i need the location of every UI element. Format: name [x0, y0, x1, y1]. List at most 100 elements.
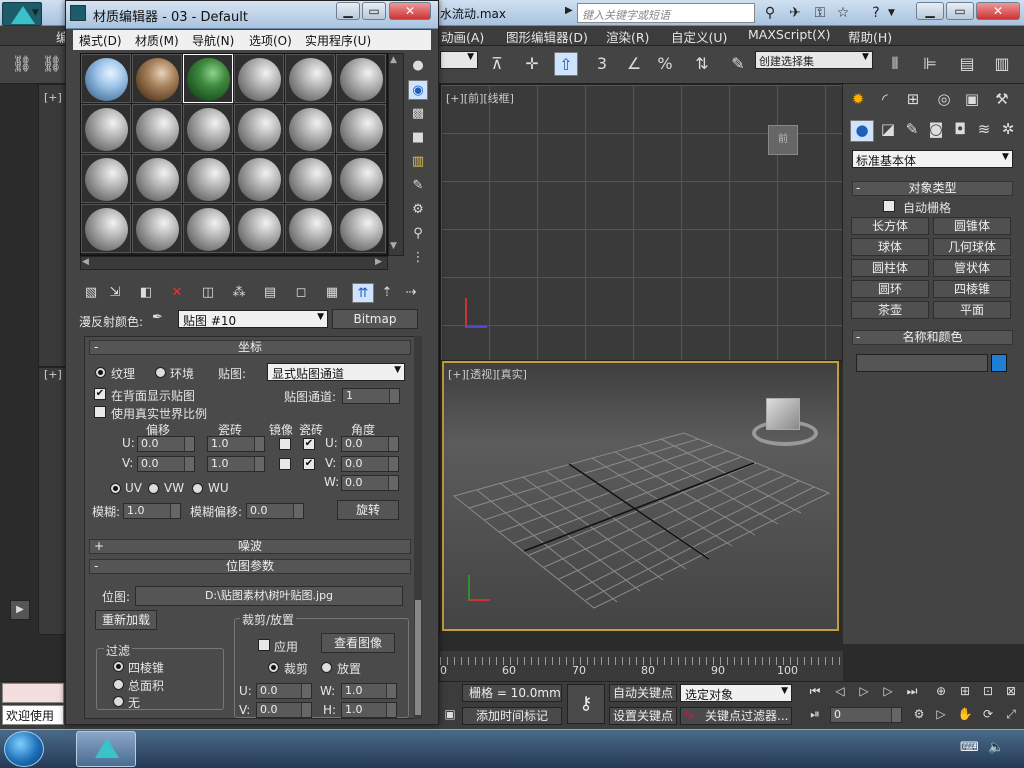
start-button[interactable]	[4, 731, 44, 767]
sample-type-icon[interactable]: ●	[408, 56, 428, 76]
search-input[interactable]: 键入关键字或短语	[577, 3, 755, 23]
filter-sat-radio[interactable]	[113, 679, 124, 690]
cylinder-button[interactable]: 圆柱体	[851, 259, 929, 277]
object-type-rollout-header[interactable]: - 对象类型	[852, 181, 1013, 196]
add-time-tag-button[interactable]: 添加时间标记	[462, 707, 562, 725]
reference-coord-dropdown[interactable]: ▼	[440, 51, 478, 69]
sample-slot[interactable]	[234, 154, 284, 203]
mirror-icon[interactable]: ⫴	[883, 52, 907, 76]
snaps-toggle-icon[interactable]: 3	[590, 52, 614, 76]
go-forward-sibling-icon[interactable]: ⇢	[400, 283, 422, 303]
box-button[interactable]: 长方体	[851, 217, 929, 235]
get-material-icon[interactable]: ▧	[80, 283, 102, 303]
sample-slot[interactable]	[81, 204, 131, 253]
auto-grid-checkbox[interactable]	[883, 200, 895, 212]
u-tiling-field[interactable]: 1.0	[207, 436, 265, 452]
sample-slot[interactable]	[336, 104, 386, 153]
select-by-material-icon[interactable]: ⚲	[408, 224, 428, 244]
background-icon[interactable]: ▩	[408, 104, 428, 124]
viewcube-icon[interactable]	[766, 398, 800, 430]
crop-w-field[interactable]: 1.0	[341, 683, 397, 699]
lights-icon[interactable]: ✎	[900, 120, 924, 142]
space-warps-icon[interactable]: ≋	[972, 120, 996, 142]
uv-tiling-icon[interactable]: ■	[408, 128, 428, 148]
cone-button[interactable]: 圆锥体	[933, 217, 1011, 235]
go-to-end-icon[interactable]: ⏭	[901, 684, 923, 702]
show-map-on-back-checkbox[interactable]: ✔	[94, 388, 106, 400]
zoom-extents-icon[interactable]: ⊡	[977, 684, 999, 702]
teapot-button[interactable]: 茶壶	[851, 301, 929, 319]
play-icon[interactable]: ▷	[853, 684, 875, 702]
expand-panel-button[interactable]: ▶	[10, 600, 30, 620]
options-icon[interactable]: ⚙	[408, 200, 428, 220]
blur-offset-field[interactable]: 0.0	[246, 503, 304, 519]
sample-slot[interactable]	[336, 204, 386, 253]
auto-key-button[interactable]: 自动关键点	[609, 684, 677, 702]
communication-icon[interactable]: ⚿	[810, 3, 830, 23]
eyedropper-icon[interactable]: ✒	[152, 310, 170, 328]
coordinates-rollout-header[interactable]: - 坐标	[89, 340, 411, 355]
material-id-channel-icon[interactable]: ◻	[290, 283, 312, 303]
v-tiling-field[interactable]: 1.0	[207, 456, 265, 472]
menu-help[interactable]: 帮助(H)	[848, 27, 892, 46]
sample-slot[interactable]	[285, 204, 335, 253]
sample-slot[interactable]	[81, 54, 131, 103]
u-offset-field[interactable]: 0.0	[137, 436, 195, 452]
speaker-icon[interactable]: 🔈	[988, 740, 1004, 755]
select-manipulate-icon[interactable]: ✛	[520, 52, 544, 76]
minimize-button[interactable]: ▁	[916, 2, 944, 20]
show-end-result-icon[interactable]: ⇈	[352, 283, 374, 303]
app-menu-arrow-icon[interactable]: ▼	[32, 8, 39, 18]
set-key-button[interactable]: 设置关键点	[609, 707, 677, 725]
sample-slot[interactable]	[132, 104, 182, 153]
primitive-category-dropdown[interactable]: 标准基本体	[852, 150, 1013, 168]
crop-u-field[interactable]: 0.0	[256, 683, 312, 699]
menu-customize[interactable]: 自定义(U)	[671, 27, 727, 46]
sample-slot[interactable]	[81, 104, 131, 153]
geometry-icon[interactable]: ●	[850, 120, 874, 142]
subscription-icon[interactable]: ✈	[785, 3, 805, 23]
me-menu-modes[interactable]: 模式(D)	[79, 32, 122, 49]
graphite-tools-icon[interactable]: ▥	[990, 52, 1014, 76]
align-icon[interactable]: ⊫	[918, 52, 942, 76]
cameras-icon[interactable]: ◙	[924, 120, 948, 142]
w-angle-field[interactable]: 0.0	[341, 475, 399, 491]
blur-field[interactable]: 1.0	[123, 503, 181, 519]
unlink-icon[interactable]: ⛓	[40, 52, 64, 76]
uv-radio[interactable]	[110, 483, 121, 494]
orbit-icon[interactable]: ⟳	[977, 707, 999, 725]
object-color-swatch[interactable]	[991, 354, 1007, 372]
key-icon[interactable]: ⚷	[567, 684, 605, 724]
expand-arrow-icon[interactable]: ▶	[565, 5, 575, 21]
systems-icon[interactable]: ✲	[996, 120, 1020, 142]
edit-named-selection-icon[interactable]: ✎	[726, 52, 750, 76]
key-filters-button[interactable]: 关键点过滤器...	[680, 707, 792, 725]
apply-crop-checkbox[interactable]	[258, 639, 270, 651]
hierarchy-tab-icon[interactable]: ⊞	[901, 90, 925, 112]
slots-vscrollbar[interactable]	[388, 53, 404, 256]
v-offset-field[interactable]: 0.0	[137, 456, 195, 472]
go-to-parent-icon[interactable]: ⇡	[376, 283, 398, 303]
name-color-rollout-header[interactable]: - 名称和颜色	[852, 330, 1013, 345]
map-type-button[interactable]: Bitmap	[332, 309, 418, 329]
rotate-button[interactable]: 旋转	[337, 500, 399, 520]
zoom-all-icon[interactable]: ⊞	[954, 684, 976, 702]
backlight-icon[interactable]: ◉	[408, 80, 428, 100]
sample-slot[interactable]	[81, 154, 131, 203]
me-menu-material[interactable]: 材质(M)	[135, 32, 179, 49]
sphere-button[interactable]: 球体	[851, 238, 929, 256]
mapping-dropdown[interactable]: 显式贴图通道	[267, 363, 405, 381]
selected-object-dropdown[interactable]: 选定对象	[680, 684, 792, 702]
link-icon[interactable]: ⛓	[10, 52, 34, 76]
time-config-icon[interactable]: ⚙	[908, 707, 930, 725]
menu-animation[interactable]: 动画(A)	[441, 27, 484, 46]
wu-radio[interactable]	[192, 483, 203, 494]
pan-icon[interactable]: ✋	[954, 707, 976, 725]
geosphere-button[interactable]: 几何球体	[933, 238, 1011, 256]
bitmap-params-rollout-header[interactable]: - 位图参数	[89, 559, 411, 574]
me-menu-utilities[interactable]: 实用程序(U)	[305, 32, 371, 49]
map-channel-field[interactable]: 1	[342, 388, 400, 404]
crop-h-field[interactable]: 1.0	[341, 702, 397, 718]
current-frame-field[interactable]: 0	[830, 707, 902, 723]
crop-v-field[interactable]: 0.0	[256, 702, 312, 718]
